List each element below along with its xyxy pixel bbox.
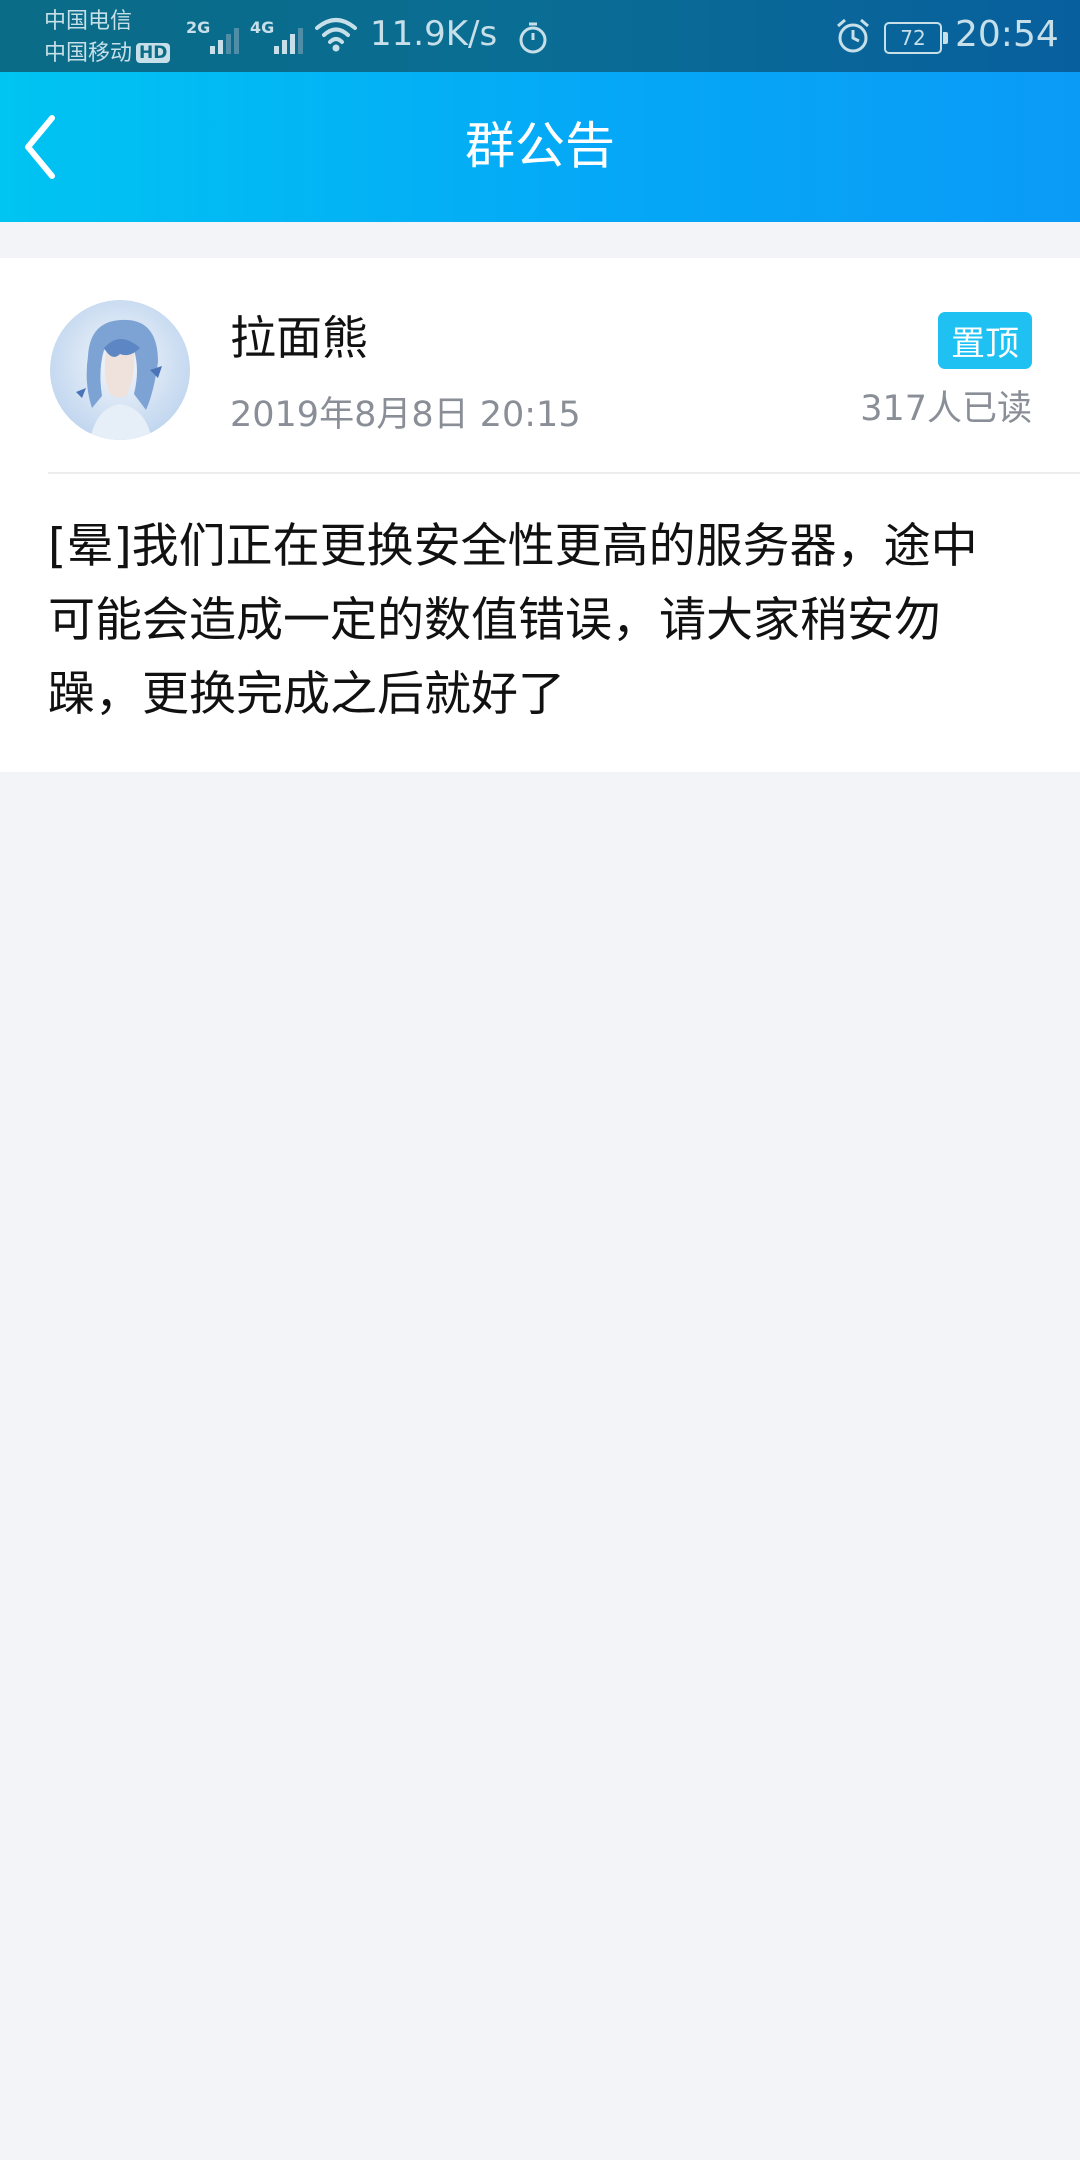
title-bar: 群公告 — [0, 72, 1080, 222]
avatar-illustration — [50, 300, 190, 440]
wifi-icon — [315, 18, 357, 52]
pinned-badge: 置顶 — [938, 312, 1032, 369]
read-count[interactable]: 317人已读 — [860, 380, 1032, 431]
post-date: 2019年8月8日 20:15 — [230, 395, 581, 435]
alarm-icon — [837, 18, 869, 53]
carrier-1: 中国电信 — [44, 9, 133, 34]
divider — [48, 472, 1080, 474]
signal-bars-icon — [274, 24, 314, 54]
status-time: 20:54 — [955, 14, 1059, 55]
avatar[interactable] — [50, 300, 190, 440]
status-bar: 中国电信 中国移动 HD 2G 4G 11.9K/s 72 20:54 — [0, 0, 1080, 72]
signal-2-type: 4G — [250, 18, 275, 37]
network-speed: 11.9K/s — [370, 14, 498, 54]
battery-level: 72 — [900, 26, 926, 50]
author-name[interactable]: 拉面熊 — [230, 302, 368, 368]
signal-bars-icon — [210, 24, 250, 54]
carrier-2: 中国移动 — [44, 41, 133, 66]
page-title: 群公告 — [465, 117, 615, 175]
signal-1-type: 2G — [186, 18, 211, 37]
battery-icon: 72 — [884, 22, 948, 54]
announcement-card[interactable]: 拉面熊 2019年8月8日 20:15 置顶 317人已读 [晕]我们正在更换安… — [0, 258, 1080, 772]
announcement-content: [晕]我们正在更换安全性更高的服务器，途中可能会造成一定的数值错误，请大家稍安勿… — [48, 519, 978, 722]
timer-icon — [519, 22, 547, 54]
carrier-info: 中国电信 中国移动 HD — [44, 6, 171, 70]
hd-badge: HD — [136, 43, 171, 63]
